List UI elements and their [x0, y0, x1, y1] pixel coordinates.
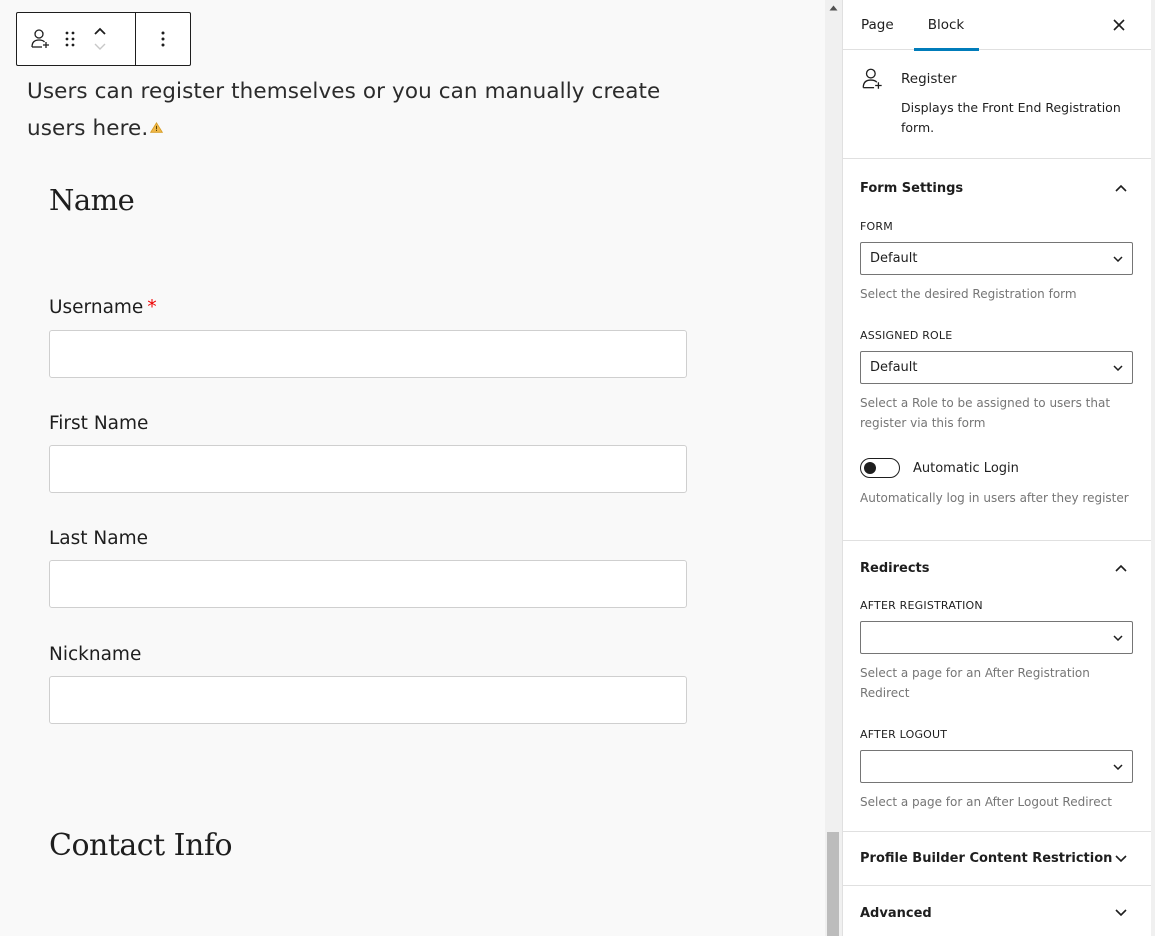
- panel-content-restriction-title: Profile Builder Content Restriction: [860, 851, 1113, 866]
- more-vertical-icon: [161, 31, 165, 47]
- username-label: Username *: [49, 297, 157, 318]
- block-type-button[interactable]: [27, 21, 55, 57]
- required-asterisk: *: [147, 297, 157, 318]
- username-input[interactable]: [49, 330, 687, 378]
- canvas-scrollbar[interactable]: [825, 0, 842, 936]
- block-title: Register: [901, 71, 957, 87]
- after-logout-help: Select a page for an After Logout Redire…: [860, 795, 1112, 809]
- tab-block[interactable]: Block: [913, 0, 980, 51]
- nickname-input[interactable]: [49, 676, 687, 724]
- chevron-down-icon: [1113, 763, 1123, 770]
- chevron-down-icon: [94, 43, 106, 50]
- move-up-button[interactable]: [88, 23, 112, 39]
- settings-sidebar: Page Block Register Displays the Front E…: [842, 0, 1151, 936]
- panel-form-settings: Form Settings FORM Default Select the de…: [843, 159, 1151, 541]
- intro-paragraph[interactable]: Users can register themselves or you can…: [27, 74, 707, 146]
- user-plus-icon: [31, 29, 49, 48]
- chevron-up-icon: [94, 27, 106, 35]
- panel-content-restriction-toggle[interactable]: Profile Builder Content Restriction: [843, 832, 1151, 885]
- editor-canvas: Users can register themselves or you can…: [0, 0, 825, 936]
- first-name-label: First Name: [49, 413, 149, 434]
- panel-advanced: Advanced: [843, 886, 1151, 936]
- intro-text: Users can register themselves or you can…: [27, 79, 661, 141]
- assigned-role-select[interactable]: Default: [860, 351, 1133, 384]
- chevron-down-icon: [1115, 854, 1127, 863]
- automatic-login-label: Automatic Login: [913, 460, 1019, 476]
- nickname-label: Nickname: [49, 644, 142, 665]
- username-label-text: Username: [49, 297, 144, 318]
- sidebar-edge: [1151, 0, 1155, 936]
- toggle-knob: [864, 461, 876, 474]
- block-description: Displays the Front End Registration form…: [901, 100, 1121, 135]
- form-select-help: Select the desired Registration form: [860, 287, 1077, 301]
- after-registration-select[interactable]: [860, 621, 1133, 654]
- panel-redirects: Redirects AFTER REGISTRATION Select a pa…: [843, 541, 1151, 832]
- assigned-role-value: Default: [870, 360, 918, 375]
- automatic-login-toggle[interactable]: [860, 458, 900, 478]
- block-options-button[interactable]: [148, 21, 178, 57]
- assigned-role-label: ASSIGNED ROLE: [860, 329, 953, 342]
- chevron-down-icon: [1113, 255, 1123, 262]
- section-heading-name: Name: [49, 183, 135, 217]
- panel-redirects-toggle[interactable]: Redirects: [843, 541, 1151, 595]
- close-icon: [1113, 19, 1125, 31]
- after-logout-label: AFTER LOGOUT: [860, 728, 948, 741]
- panel-form-settings-title: Form Settings: [860, 180, 964, 196]
- panel-redirects-title: Redirects: [860, 560, 930, 576]
- block-toolbar: [16, 12, 191, 66]
- last-name-input[interactable]: [49, 560, 687, 608]
- panel-advanced-title: Advanced: [860, 905, 932, 921]
- drag-handle-button[interactable]: [55, 21, 85, 57]
- chevron-down-icon: [1113, 634, 1123, 641]
- panel-form-settings-toggle[interactable]: Form Settings: [843, 159, 1151, 217]
- first-name-input[interactable]: [49, 445, 687, 493]
- scroll-up-arrow-icon: [829, 5, 838, 10]
- assigned-role-help: Select a Role to be assigned to users th…: [860, 396, 1111, 430]
- block-toolbar-options-group: [136, 13, 190, 65]
- form-select[interactable]: Default: [860, 242, 1133, 275]
- chevron-up-icon: [1115, 564, 1127, 572]
- scroll-up-button[interactable]: [825, 0, 842, 15]
- drag-handle-icon: [65, 31, 75, 47]
- after-registration-label: AFTER REGISTRATION: [860, 599, 983, 612]
- panel-form-settings-body: FORM Default Select the desired Registra…: [843, 220, 1151, 508]
- warning-triangle-icon: [150, 109, 164, 144]
- scrollbar-thumb[interactable]: [827, 832, 839, 936]
- panel-advanced-toggle[interactable]: Advanced: [843, 886, 1151, 936]
- close-sidebar-button[interactable]: [1107, 13, 1131, 37]
- block-toolbar-main-group: [17, 13, 136, 65]
- panel-content-restriction: Profile Builder Content Restriction: [843, 832, 1151, 886]
- automatic-login-row: Automatic Login: [860, 458, 1133, 478]
- chevron-down-icon: [1113, 364, 1123, 371]
- panel-redirects-body: AFTER REGISTRATION Select a page for an …: [843, 599, 1151, 812]
- block-movers: [85, 23, 115, 55]
- automatic-login-help: Automatically log in users after they re…: [860, 491, 1129, 505]
- section-heading-contact-info: Contact Info: [49, 828, 233, 863]
- move-down-button[interactable]: [88, 39, 112, 55]
- chevron-down-icon: [1115, 909, 1127, 917]
- sidebar-tabs: Page Block: [843, 0, 1151, 51]
- after-logout-select[interactable]: [860, 750, 1133, 783]
- form-select-value: Default: [870, 251, 918, 266]
- tab-page[interactable]: Page: [861, 0, 894, 50]
- chevron-up-icon: [1115, 184, 1127, 192]
- after-registration-help: Select a page for an After Registration …: [860, 666, 1090, 700]
- last-name-label: Last Name: [49, 528, 148, 549]
- form-select-label: FORM: [860, 220, 893, 233]
- user-plus-icon: [860, 66, 886, 96]
